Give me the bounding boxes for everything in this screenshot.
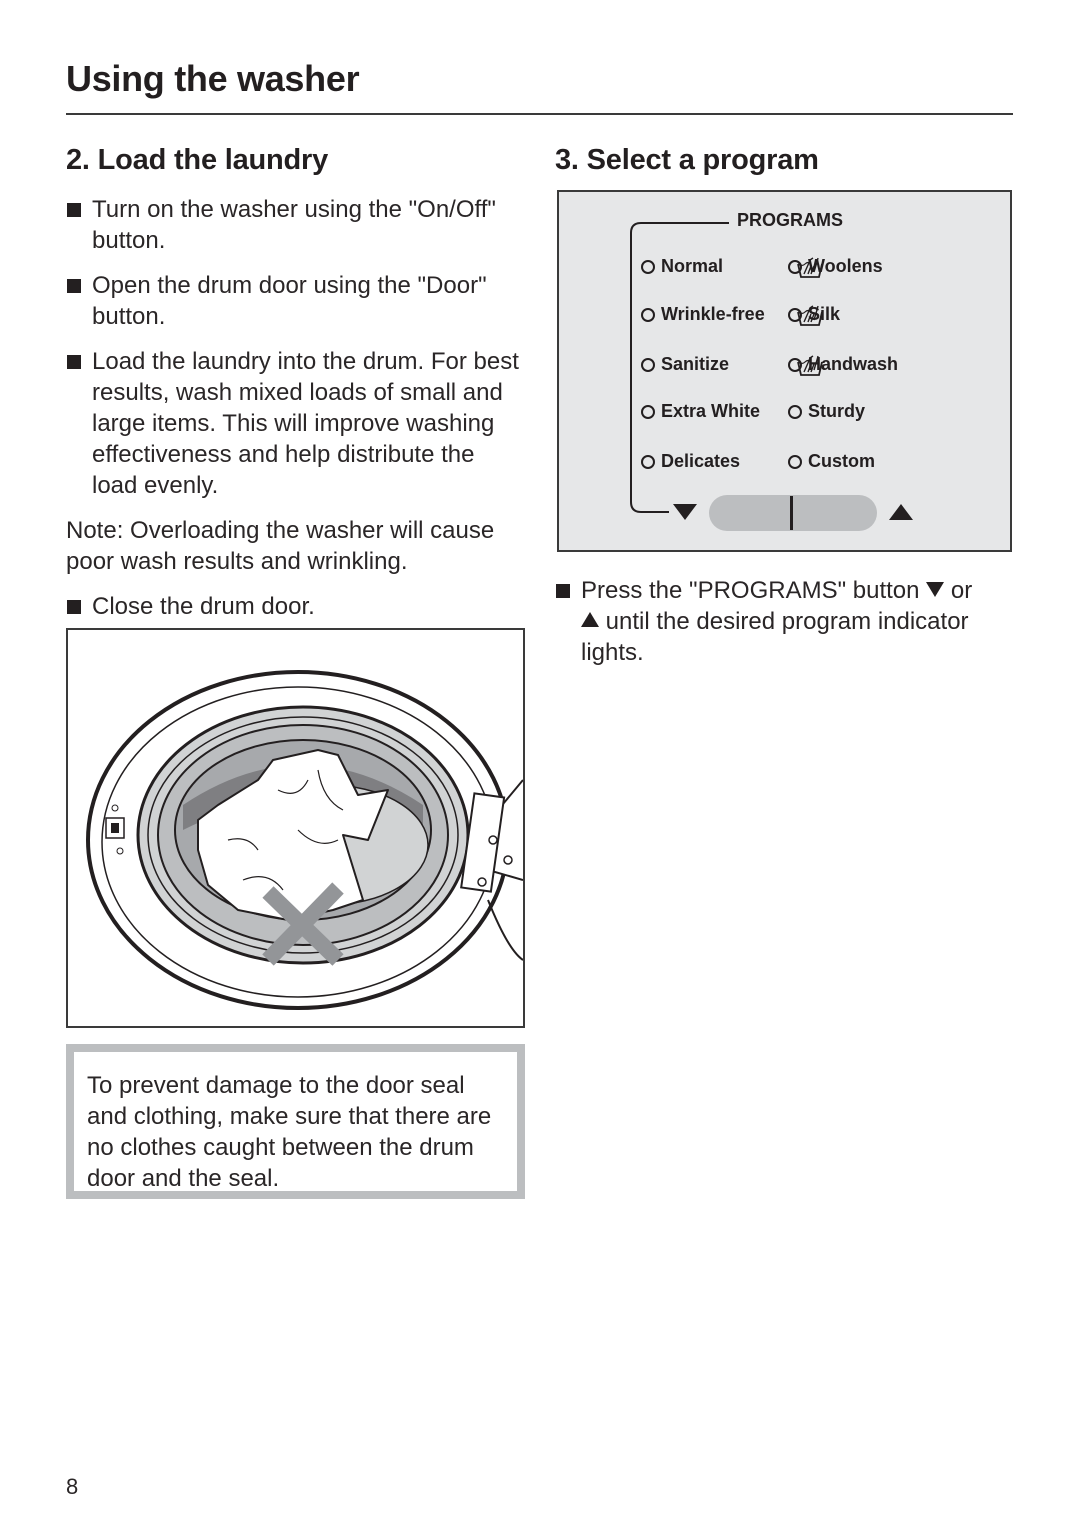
programs-label: PROGRAMS (737, 210, 844, 230)
select-program-heading: 3. Select a program (555, 144, 819, 176)
program-wrinkle-free[interactable]: Wrinkle-free (641, 304, 765, 325)
program-normal[interactable]: Normal (641, 256, 723, 277)
page-title: Using the washer (66, 58, 360, 99)
select-program-section: 3. Select a program (555, 140, 1015, 180)
square-bullet-icon (67, 279, 81, 293)
warning-text: To prevent damage to the door seal and c… (87, 1072, 492, 1192)
washer-drum-icon (86, 670, 523, 1010)
bullet-item: Press the "PROGRAMS" button or until the… (555, 575, 1015, 668)
indicator-light-icon (788, 454, 802, 469)
handwash-symbol-icon (797, 355, 823, 376)
square-bullet-icon (67, 203, 81, 217)
square-bullet-icon (67, 600, 81, 614)
program-handwash[interactable]: Handwash (788, 354, 898, 376)
indicator-light-icon (641, 259, 655, 274)
indicator-light-icon (641, 357, 655, 372)
page-number: 8 (66, 1474, 79, 1499)
program-silk[interactable]: Silk (788, 304, 840, 326)
programs-control-panel: PROGRAMS Normal Wrinkle-free Sanitize Ex… (557, 190, 1012, 552)
program-woolens[interactable]: Woolens (788, 256, 883, 278)
program-down-arrow-icon (673, 504, 697, 520)
rocker-divider (790, 496, 793, 530)
program-extra-white[interactable]: Extra White (641, 401, 760, 422)
washer-drum-illustration (66, 628, 525, 1028)
programs-rocker-button[interactable] (709, 495, 877, 531)
load-laundry-section: 2. Load the laundry Turn on the washer u… (66, 140, 526, 636)
programs-instruction: Press the "PROGRAMS" button or until the… (555, 575, 1015, 682)
handwash-symbol-icon (797, 305, 823, 326)
bullet-item: Turn on the washer using the "On/Off" bu… (66, 194, 526, 256)
down-triangle-icon (926, 582, 945, 597)
program-custom[interactable]: Custom (788, 451, 875, 472)
overload-note: Note: Overloading the washer will cause … (66, 517, 495, 575)
square-bullet-icon (67, 355, 81, 369)
program-sanitize[interactable]: Sanitize (641, 354, 729, 375)
handwash-symbol-icon (797, 257, 823, 278)
title-divider (66, 113, 1013, 115)
square-bullet-icon (556, 584, 570, 598)
up-triangle-icon (581, 612, 599, 627)
bullet-item: Open the drum door using the "Door" butt… (66, 270, 526, 332)
program-sturdy[interactable]: Sturdy (788, 401, 865, 422)
indicator-light-icon (641, 307, 655, 322)
program-up-arrow-icon (889, 504, 913, 520)
warning-box: To prevent damage to the door seal and c… (66, 1044, 525, 1199)
bullet-item: Close the drum door. (66, 591, 526, 622)
indicator-light-icon (788, 404, 802, 419)
load-laundry-heading: 2. Load the laundry (66, 144, 329, 176)
indicator-light-icon (641, 454, 655, 469)
program-delicates[interactable]: Delicates (641, 451, 740, 472)
indicator-light-icon (641, 404, 655, 419)
bullet-item: Load the laundry into the drum. For best… (66, 346, 526, 501)
